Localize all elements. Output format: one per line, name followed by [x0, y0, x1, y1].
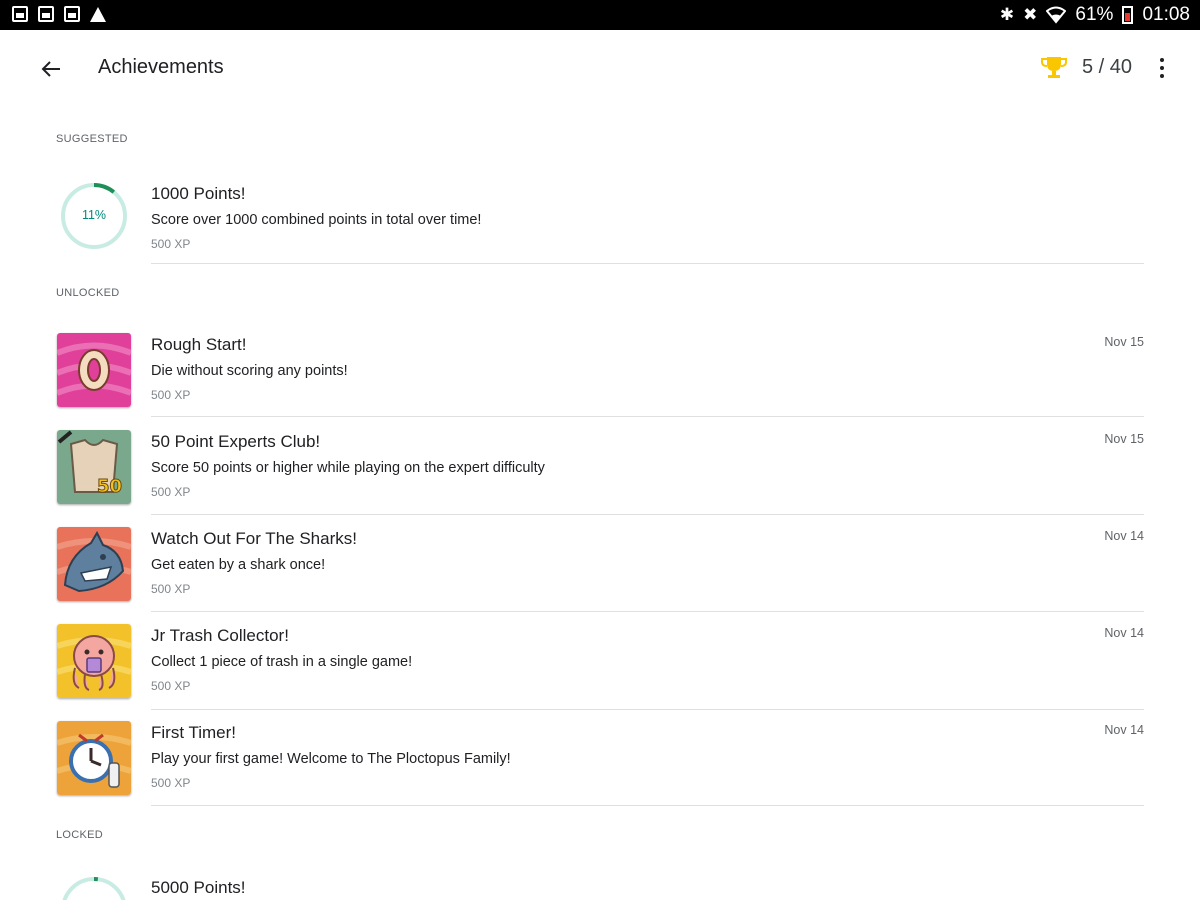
svg-text:50: 50	[97, 476, 122, 497]
achievement-description: Collect 1 piece of trash in a single gam…	[151, 654, 413, 670]
achievement-description: Die without scoring any points!	[151, 363, 348, 379]
achievement-count: 5 / 40	[1082, 56, 1133, 78]
bluetooth-icon: ✱	[999, 5, 1015, 24]
section-header-unlocked: UNLOCKED	[56, 287, 120, 299]
battery-icon	[1122, 6, 1134, 24]
achievement-item[interactable]: 11% 1000 Points! Score over 1000 combine…	[0, 182, 1200, 279]
status-left-icons	[12, 6, 106, 22]
gallery-icon	[12, 6, 28, 22]
more-dot-icon	[1160, 74, 1164, 78]
section-header-suggested: SUGGESTED	[56, 133, 128, 145]
achievement-description: Score over 1000 combined points in total…	[151, 212, 482, 228]
progress-percent: 11%	[81, 208, 107, 222]
overflow-menu-button[interactable]	[1152, 54, 1172, 82]
achievement-item[interactable]: Watch Out For The Sharks! Get eaten by a…	[0, 527, 1200, 624]
arrow-back-icon	[41, 61, 60, 77]
achievement-title: 50 Point Experts Club!	[151, 432, 321, 451]
achievement-xp: 500 XP	[151, 485, 191, 499]
achievement-xp: 500 XP	[151, 582, 191, 596]
achievement-description: Play your first game! Welcome to The Plo…	[151, 751, 511, 767]
battery-level: 61%	[1075, 4, 1114, 25]
achievement-item[interactable]: 50 50 Point Experts Club! Score 50 point…	[0, 430, 1200, 527]
section-header-locked: LOCKED	[56, 829, 104, 841]
mute-icon: ✖	[1023, 5, 1038, 24]
back-button[interactable]	[34, 52, 68, 86]
more-dot-icon	[1160, 58, 1164, 62]
achievement-title: 5000 Points!	[151, 878, 246, 897]
achievement-description: Score 50 points or higher while playing …	[151, 460, 545, 476]
achievement-title: First Timer!	[151, 723, 236, 742]
achievement-xp: 500 XP	[151, 776, 191, 790]
divider	[151, 709, 1144, 710]
progress-ring-icon	[61, 877, 127, 900]
achievement-item[interactable]: Jr Trash Collector! Collect 1 piece of t…	[0, 624, 1200, 721]
zero-badge-icon	[57, 333, 131, 407]
achievement-date: Nov 15	[1104, 432, 1144, 446]
achievement-item[interactable]: 5000 Points!	[0, 876, 1200, 900]
achievement-date: Nov 14	[1104, 529, 1144, 543]
achievement-title: Rough Start!	[151, 335, 247, 354]
achievement-title: Watch Out For The Sharks!	[151, 529, 357, 548]
achievement-xp: 500 XP	[151, 237, 191, 251]
clock-time: 01:08	[1142, 4, 1190, 25]
trophy-icon	[1041, 57, 1067, 78]
clock-icon	[57, 721, 131, 795]
wifi-icon	[1046, 6, 1067, 24]
status-right-icons: ✱ ✖ 61% 01:08	[1000, 4, 1190, 26]
divider	[151, 514, 1144, 515]
photo-icon	[38, 6, 54, 22]
divider	[151, 263, 1144, 264]
image-icon	[64, 6, 80, 22]
achievement-date: Nov 14	[1104, 626, 1144, 640]
achievement-date: Nov 14	[1104, 723, 1144, 737]
achievement-title: Jr Trash Collector!	[151, 626, 289, 645]
fifty-badge-icon: 50	[57, 430, 131, 504]
achievement-xp: 500 XP	[151, 679, 191, 693]
page-title: Achievements	[98, 56, 224, 78]
achievement-description: Get eaten by a shark once!	[151, 557, 326, 573]
divider	[151, 611, 1144, 612]
status-bar: ✱ ✖ 61% 01:08	[0, 0, 1200, 30]
achievement-xp: 500 XP	[151, 388, 191, 402]
divider	[151, 416, 1144, 417]
more-dot-icon	[1160, 66, 1164, 70]
achievement-date: Nov 15	[1104, 335, 1144, 349]
octopus-icon	[57, 624, 131, 698]
app-bar: Achievements 5 / 40	[0, 30, 1200, 106]
achievement-title: 1000 Points!	[151, 184, 246, 203]
shark-icon	[57, 527, 131, 601]
divider	[151, 805, 1144, 806]
achievement-item[interactable]: First Timer! Play your first game! Welco…	[0, 721, 1200, 818]
warning-icon	[90, 6, 106, 22]
